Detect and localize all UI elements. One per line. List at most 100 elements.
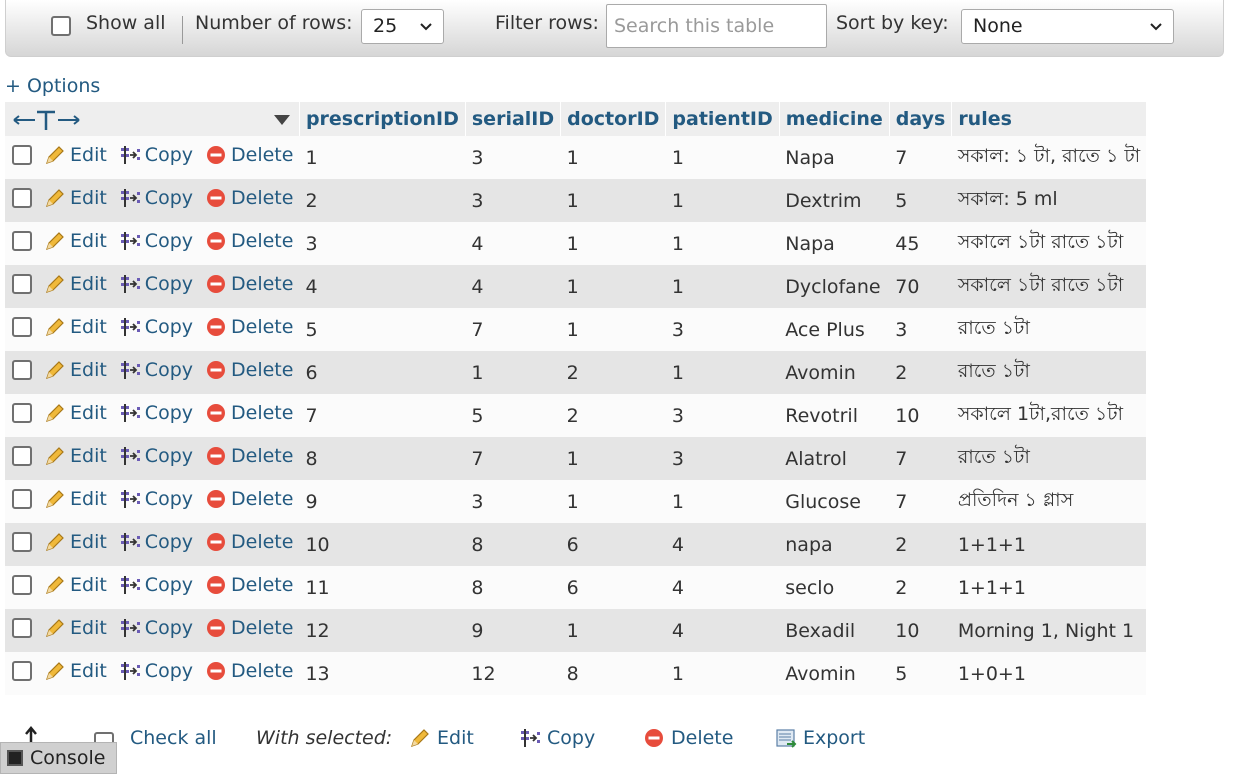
cell-serialid[interactable]: 1 bbox=[465, 351, 561, 394]
cell-serialid[interactable]: 3 bbox=[465, 179, 561, 222]
table-row[interactable]: Edit Copy Delete 6 1 2 1 Avomin 2 রাতে ১টা bbox=[5, 351, 1147, 394]
cell-medicine[interactable]: napa bbox=[779, 523, 890, 566]
row-delete-button[interactable]: Delete bbox=[205, 402, 293, 424]
cell-patientid[interactable]: 1 bbox=[665, 179, 780, 222]
cell-prescriptionid[interactable]: 4 bbox=[299, 265, 466, 308]
cell-doctorid[interactable]: 6 bbox=[560, 566, 666, 609]
cell-rules[interactable]: সকালে ১টা রাতে ১টা bbox=[951, 222, 1147, 265]
cell-patientid[interactable]: 1 bbox=[665, 222, 780, 265]
cell-rules[interactable]: Morning 1, Night 1 bbox=[951, 609, 1147, 652]
row-checkbox[interactable] bbox=[12, 661, 32, 681]
cell-prescriptionid[interactable]: 12 bbox=[299, 609, 466, 652]
row-copy-button[interactable]: Copy bbox=[119, 187, 193, 209]
export-button[interactable]: Export bbox=[775, 727, 865, 749]
row-copy-button[interactable]: Copy bbox=[119, 230, 193, 252]
cell-medicine[interactable]: Dextrim bbox=[779, 179, 890, 222]
cell-days[interactable]: 45 bbox=[889, 222, 952, 265]
options-link[interactable]: + Options bbox=[5, 75, 100, 97]
row-checkbox[interactable] bbox=[12, 274, 32, 294]
column-header-medicine[interactable]: medicine bbox=[779, 102, 890, 136]
row-edit-button[interactable]: Edit bbox=[44, 230, 107, 252]
table-row[interactable]: Edit Copy Delete 3 4 1 1 Napa 45 সকালে ১টা রাতে ১… bbox=[5, 222, 1147, 265]
column-header-rules[interactable]: rules bbox=[951, 102, 1147, 136]
cell-serialid[interactable]: 9 bbox=[465, 609, 561, 652]
cell-prescriptionid[interactable]: 7 bbox=[299, 394, 466, 437]
cell-patientid[interactable]: 1 bbox=[665, 265, 780, 308]
cell-prescriptionid[interactable]: 1 bbox=[299, 136, 466, 179]
row-checkbox[interactable] bbox=[12, 188, 32, 208]
row-edit-button[interactable]: Edit bbox=[44, 273, 107, 295]
cell-patientid[interactable]: 1 bbox=[665, 480, 780, 523]
cell-medicine[interactable]: Ace Plus bbox=[779, 308, 890, 351]
row-delete-button[interactable]: Delete bbox=[205, 445, 293, 467]
table-row[interactable]: Edit Copy Delete 4 4 1 1 Dyclofane 70 সকালে ১টা র… bbox=[5, 265, 1147, 308]
row-edit-button[interactable]: Edit bbox=[44, 445, 107, 467]
cell-days[interactable]: 2 bbox=[889, 351, 952, 394]
row-edit-button[interactable]: Edit bbox=[44, 574, 107, 596]
row-checkbox[interactable] bbox=[12, 403, 32, 423]
row-checkbox[interactable] bbox=[12, 145, 32, 165]
sort-select[interactable]: None bbox=[961, 9, 1174, 44]
table-row[interactable]: Edit Copy Delete 8 7 1 3 Alatrol 7 রাতে ১টা bbox=[5, 437, 1147, 480]
row-delete-button[interactable]: Delete bbox=[205, 531, 293, 553]
cell-patientid[interactable]: 4 bbox=[665, 523, 780, 566]
cell-medicine[interactable]: seclo bbox=[779, 566, 890, 609]
cell-medicine[interactable]: Revotril bbox=[779, 394, 890, 437]
cell-prescriptionid[interactable]: 13 bbox=[299, 652, 466, 695]
cell-prescriptionid[interactable]: 2 bbox=[299, 179, 466, 222]
show-all-label[interactable]: Show all bbox=[86, 12, 166, 34]
cell-rules[interactable]: সকাল: ১ টা, রাতে ১ টা bbox=[951, 136, 1147, 179]
sort-triangle-icon[interactable] bbox=[273, 114, 291, 126]
cell-doctorid[interactable]: 6 bbox=[560, 523, 666, 566]
bulk-edit-button[interactable]: Edit bbox=[409, 727, 474, 749]
row-copy-button[interactable]: Copy bbox=[119, 402, 193, 424]
cell-medicine[interactable]: Dyclofane bbox=[779, 265, 890, 308]
cell-rules[interactable]: 1+1+1 bbox=[951, 566, 1147, 609]
cell-serialid[interactable]: 8 bbox=[465, 523, 561, 566]
cell-days[interactable]: 2 bbox=[889, 523, 952, 566]
row-edit-button[interactable]: Edit bbox=[44, 187, 107, 209]
cell-serialid[interactable]: 4 bbox=[465, 222, 561, 265]
row-edit-button[interactable]: Edit bbox=[44, 144, 107, 166]
cell-medicine[interactable]: Alatrol bbox=[779, 437, 890, 480]
cell-medicine[interactable]: Napa bbox=[779, 222, 890, 265]
cell-days[interactable]: 5 bbox=[889, 652, 952, 695]
row-edit-button[interactable]: Edit bbox=[44, 359, 107, 381]
cell-prescriptionid[interactable]: 8 bbox=[299, 437, 466, 480]
column-header-days[interactable]: days bbox=[889, 102, 953, 136]
cell-rules[interactable]: রাতে ১টা bbox=[951, 437, 1147, 480]
row-copy-button[interactable]: Copy bbox=[119, 617, 193, 639]
cell-medicine[interactable]: Bexadil bbox=[779, 609, 890, 652]
row-delete-button[interactable]: Delete bbox=[205, 144, 293, 166]
column-header-serialid[interactable]: serialID bbox=[465, 102, 562, 136]
column-header-patientid[interactable]: patientID bbox=[665, 102, 780, 136]
cell-doctorid[interactable]: 2 bbox=[560, 394, 666, 437]
table-row[interactable]: Edit Copy Delete 2 3 1 1 Dextrim 5 সকাল: 5 ml bbox=[5, 179, 1147, 222]
console-toggle[interactable]: Console bbox=[0, 742, 117, 774]
cell-rules[interactable]: রাতে ১টা bbox=[951, 351, 1147, 394]
column-arrows-icon[interactable] bbox=[11, 107, 83, 133]
row-edit-button[interactable]: Edit bbox=[44, 402, 107, 424]
cell-prescriptionid[interactable]: 11 bbox=[299, 566, 466, 609]
cell-medicine[interactable]: Napa bbox=[779, 136, 890, 179]
row-checkbox[interactable] bbox=[12, 489, 32, 509]
cell-serialid[interactable]: 12 bbox=[465, 652, 561, 695]
filter-search-input[interactable]: Search this table bbox=[606, 4, 827, 48]
row-copy-button[interactable]: Copy bbox=[119, 531, 193, 553]
row-edit-button[interactable]: Edit bbox=[44, 488, 107, 510]
cell-doctorid[interactable]: 1 bbox=[560, 179, 666, 222]
row-delete-button[interactable]: Delete bbox=[205, 273, 293, 295]
cell-patientid[interactable]: 3 bbox=[665, 394, 780, 437]
cell-doctorid[interactable]: 1 bbox=[560, 480, 666, 523]
table-row[interactable]: Edit Copy Delete 5 7 1 3 Ace Plus 3 রাতে ১টা bbox=[5, 308, 1147, 351]
cell-days[interactable]: 3 bbox=[889, 308, 952, 351]
cell-rules[interactable]: সকাল: 5 ml bbox=[951, 179, 1147, 222]
row-edit-button[interactable]: Edit bbox=[44, 617, 107, 639]
cell-doctorid[interactable]: 1 bbox=[560, 308, 666, 351]
cell-patientid[interactable]: 1 bbox=[665, 652, 780, 695]
row-edit-button[interactable]: Edit bbox=[44, 531, 107, 553]
row-checkbox[interactable] bbox=[12, 317, 32, 337]
row-edit-button[interactable]: Edit bbox=[44, 316, 107, 338]
cell-prescriptionid[interactable]: 6 bbox=[299, 351, 466, 394]
cell-rules[interactable]: সকালে 1টা,রাতে ১টা bbox=[951, 394, 1147, 437]
